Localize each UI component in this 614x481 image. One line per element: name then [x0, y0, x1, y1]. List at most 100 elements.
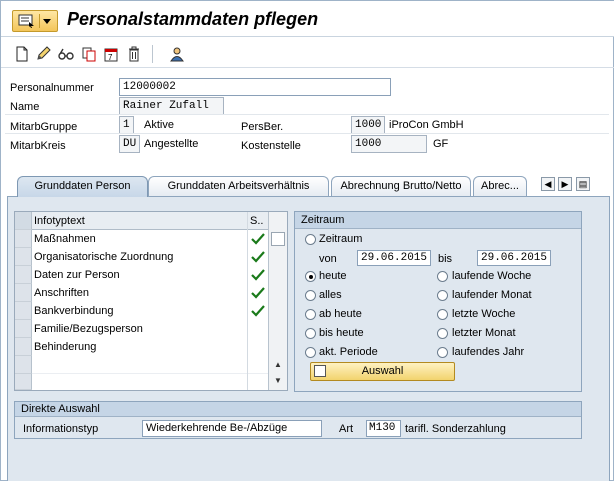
- person-icon[interactable]: [169, 46, 185, 62]
- row-selector[interactable]: [15, 320, 32, 338]
- table-row[interactable]: Bankverbindung: [34, 302, 114, 320]
- radio-alles-label: alles: [319, 289, 342, 301]
- radio-letzter-monat[interactable]: [437, 328, 448, 339]
- table-row[interactable]: Daten zur Person: [34, 266, 120, 284]
- title-bar: Personalstammdaten pflegen: [1, 1, 614, 37]
- create-icon[interactable]: [14, 46, 30, 62]
- persber-code: 1000: [351, 116, 385, 134]
- tab-scroll-left-icon[interactable]: ◀: [541, 177, 555, 191]
- radio-letzter-monat-label: letzter Monat: [452, 327, 516, 339]
- personalnummer-field[interactable]: 12000002: [119, 78, 391, 96]
- tab-strip: Grunddaten Person Grunddaten Arbeitsverh…: [15, 176, 605, 197]
- table-row[interactable]: Organisatorische Zuordnung: [34, 248, 173, 266]
- radio-laufendes-jahr[interactable]: [437, 347, 448, 358]
- sap-window: Personalstammdaten pflegen 7 Personalnum…: [0, 0, 614, 481]
- display-icon[interactable]: [58, 46, 74, 62]
- radio-akt-periode[interactable]: [305, 347, 316, 358]
- row-selector[interactable]: [15, 266, 32, 284]
- row-selector[interactable]: [15, 374, 32, 390]
- radio-akt-periode-label: akt. Periode: [319, 346, 378, 358]
- header-divider: [5, 114, 609, 115]
- informationstyp-label: Informationstyp: [23, 423, 99, 435]
- column-header-infotyptext[interactable]: Infotyptext: [34, 212, 85, 230]
- radio-zeitraum-label: Zeitraum: [319, 233, 363, 245]
- tab-list-icon[interactable]: ▤: [576, 177, 590, 191]
- svg-text:7: 7: [108, 53, 113, 62]
- tab-grunddaten-arbeitsverhaeltnis[interactable]: Grunddaten Arbeitsverhältnis: [148, 176, 329, 196]
- mitarbgruppe-code: 1: [119, 116, 134, 134]
- table-row[interactable]: Anschriften: [34, 284, 89, 302]
- mitarbkreis-text: Angestellte: [144, 138, 199, 150]
- persber-text: iProCon GmbH: [389, 119, 464, 131]
- von-label: von: [319, 253, 337, 265]
- mitarbkreis-label: MitarbKreis: [10, 140, 66, 152]
- mitarbkreis-code: DU: [119, 135, 140, 153]
- direkte-auswahl-title: Direkte Auswahl: [15, 402, 581, 417]
- radio-laufender-monat[interactable]: [437, 290, 448, 301]
- auswahl-button[interactable]: Auswahl: [310, 362, 455, 381]
- row-selector[interactable]: [15, 356, 32, 374]
- change-icon[interactable]: [35, 46, 51, 62]
- table-header: Infotyptext S..: [15, 212, 287, 230]
- radio-laufende-woche-label: laufende Woche: [452, 270, 532, 282]
- art-label: Art: [339, 423, 354, 435]
- personalnummer-label: Personalnummer: [10, 82, 94, 94]
- radio-laufender-monat-label: laufender Monat: [452, 289, 532, 301]
- art-field[interactable]: M130: [366, 420, 401, 437]
- page-title: Personalstammdaten pflegen: [67, 9, 319, 29]
- scroll-thumb[interactable]: [271, 232, 285, 246]
- radio-letzte-woche-label: letzte Woche: [452, 308, 516, 320]
- infotyp-table: Infotyptext S.. Maßnahmen Organisatorisc…: [14, 211, 288, 391]
- header-divider: [5, 133, 609, 134]
- row-selector[interactable]: [15, 338, 32, 356]
- kostenstelle-code: 1000: [351, 135, 427, 153]
- radio-bis-heute[interactable]: [305, 328, 316, 339]
- toolbar-separator: [152, 45, 153, 63]
- radio-heute-label: heute: [319, 270, 347, 282]
- tab-abrechnung-brutto-netto[interactable]: Abrechnung Brutto/Netto: [331, 176, 471, 196]
- application-toolbar: 7: [1, 38, 614, 68]
- row-selector[interactable]: [15, 248, 32, 266]
- tab-grunddaten-person[interactable]: Grunddaten Person: [17, 176, 148, 197]
- bis-date-field[interactable]: 29.06.2015: [477, 250, 551, 266]
- column-header-status[interactable]: S..: [247, 212, 267, 230]
- tab-abrechnung-more[interactable]: Abrec...: [473, 176, 527, 196]
- vertical-scrollbar[interactable]: ▲ ▼: [268, 212, 287, 390]
- persber-label: PersBer.: [241, 121, 284, 133]
- row-divider: [32, 373, 268, 374]
- informationstyp-field[interactable]: Wiederkehrende Be-/Abzüge: [142, 420, 322, 437]
- radio-alles[interactable]: [305, 290, 316, 301]
- delete-icon[interactable]: [126, 46, 142, 62]
- radio-zeitraum[interactable]: [305, 234, 316, 245]
- row-selector[interactable]: [15, 230, 32, 248]
- table-row[interactable]: Behinderung: [34, 338, 96, 356]
- radio-ab-heute[interactable]: [305, 309, 316, 320]
- selection-icon: [314, 365, 326, 377]
- copy-icon[interactable]: [81, 46, 97, 62]
- menu-separator: [39, 14, 40, 28]
- scroll-down-icon[interactable]: ▼: [271, 374, 285, 388]
- scroll-up-icon[interactable]: ▲: [271, 358, 285, 372]
- delimit-icon[interactable]: 7: [103, 46, 119, 62]
- name-value: Rainer Zufall: [119, 97, 224, 115]
- table-row[interactable]: Maßnahmen: [34, 230, 96, 248]
- radio-heute[interactable]: [305, 271, 316, 282]
- row-selector[interactable]: [15, 302, 32, 320]
- art-text: tarifl. Sonderzahlung: [405, 423, 506, 435]
- kostenstelle-label: Kostenstelle: [241, 140, 301, 152]
- radio-letzte-woche[interactable]: [437, 309, 448, 320]
- tab-scroll-right-icon[interactable]: ▶: [558, 177, 572, 191]
- row-selector[interactable]: [15, 284, 32, 302]
- zeitraum-title: Zeitraum: [295, 212, 581, 229]
- menu-dropdown-icon: [43, 19, 51, 24]
- zeitraum-group: Zeitraum Zeitraum von 29.06.2015 bis 29.…: [294, 211, 582, 392]
- menu-button[interactable]: [12, 10, 58, 32]
- radio-laufende-woche[interactable]: [437, 271, 448, 282]
- menu-icon: [18, 14, 34, 28]
- table-row[interactable]: Familie/Bezugsperson: [34, 320, 143, 338]
- kostenstelle-text: GF: [433, 138, 449, 150]
- bis-label: bis: [438, 253, 453, 265]
- select-all-handle[interactable]: [15, 212, 32, 230]
- von-date-field[interactable]: 29.06.2015: [357, 250, 431, 266]
- radio-laufendes-jahr-label: laufendes Jahr: [452, 346, 525, 358]
